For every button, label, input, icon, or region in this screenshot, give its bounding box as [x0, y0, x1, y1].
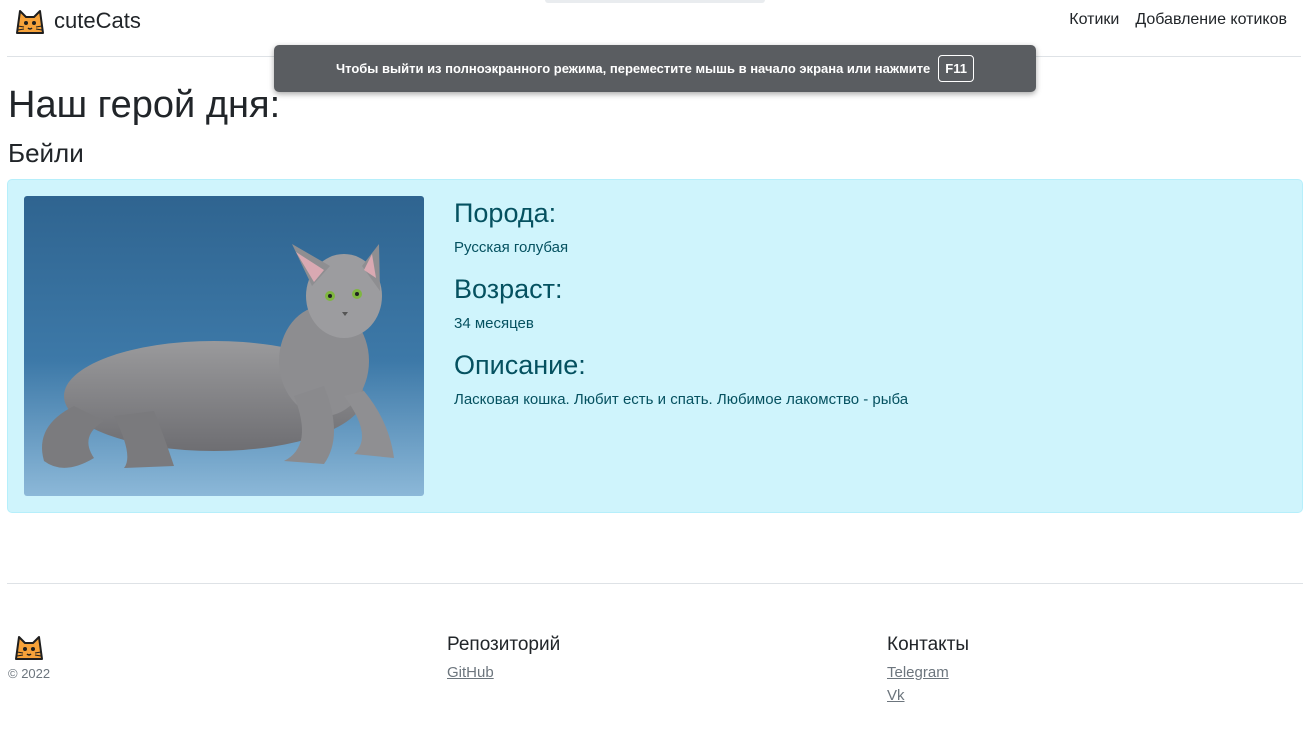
- nav-link-cats[interactable]: Котики: [1069, 11, 1119, 29]
- breed-label: Порода:: [454, 198, 557, 228]
- fullscreen-tab-indicator: [545, 0, 765, 3]
- fullscreen-toast: Чтобы выйти из полноэкранного режима, пе…: [274, 45, 1036, 92]
- github-link[interactable]: GitHub: [447, 664, 560, 681]
- description-label: Описание:: [454, 350, 586, 380]
- cat-photo: [24, 196, 424, 496]
- description-value: Ласковая кошка. Любит есть и спать. Люби…: [454, 391, 909, 408]
- cat-info-card: Порода: Русская голубая Возраст: 34 меся…: [7, 179, 1303, 513]
- brand-name: cuteCats: [54, 8, 141, 33]
- cat-name: Бейли: [8, 138, 84, 168]
- cat-details: Порода: Русская голубая Возраст: 34 меся…: [454, 198, 908, 426]
- footer-contacts-section: Контакты Telegram Vk: [887, 634, 969, 710]
- copyright-text: © 2022: [8, 666, 51, 681]
- nav-links: Котики Добавление котиков: [1069, 11, 1287, 29]
- fullscreen-message: Чтобы выйти из полноэкранного режима, пе…: [336, 61, 931, 76]
- vk-link[interactable]: Vk: [887, 687, 969, 704]
- footer: © 2022 Репозиторий GitHub Контакты Teleg…: [7, 583, 1303, 743]
- repository-heading: Репозиторий: [447, 634, 561, 655]
- breed-value: Русская голубая: [454, 239, 569, 256]
- page-title: Наш герой дня:: [8, 84, 281, 126]
- fullscreen-key-badge: F11: [938, 55, 974, 82]
- age-value: 34 месяцев: [454, 315, 534, 332]
- cat-face-icon[interactable]: [13, 632, 45, 662]
- cat-face-icon: [16, 10, 44, 34]
- footer-repository-section: Репозиторий GitHub: [447, 634, 560, 687]
- brand-link[interactable]: cuteCats: [14, 6, 141, 36]
- telegram-link[interactable]: Telegram: [887, 664, 969, 681]
- age-label: Возраст:: [454, 274, 563, 304]
- nav-link-add-cats[interactable]: Добавление котиков: [1135, 11, 1287, 29]
- contacts-heading: Контакты: [887, 634, 970, 655]
